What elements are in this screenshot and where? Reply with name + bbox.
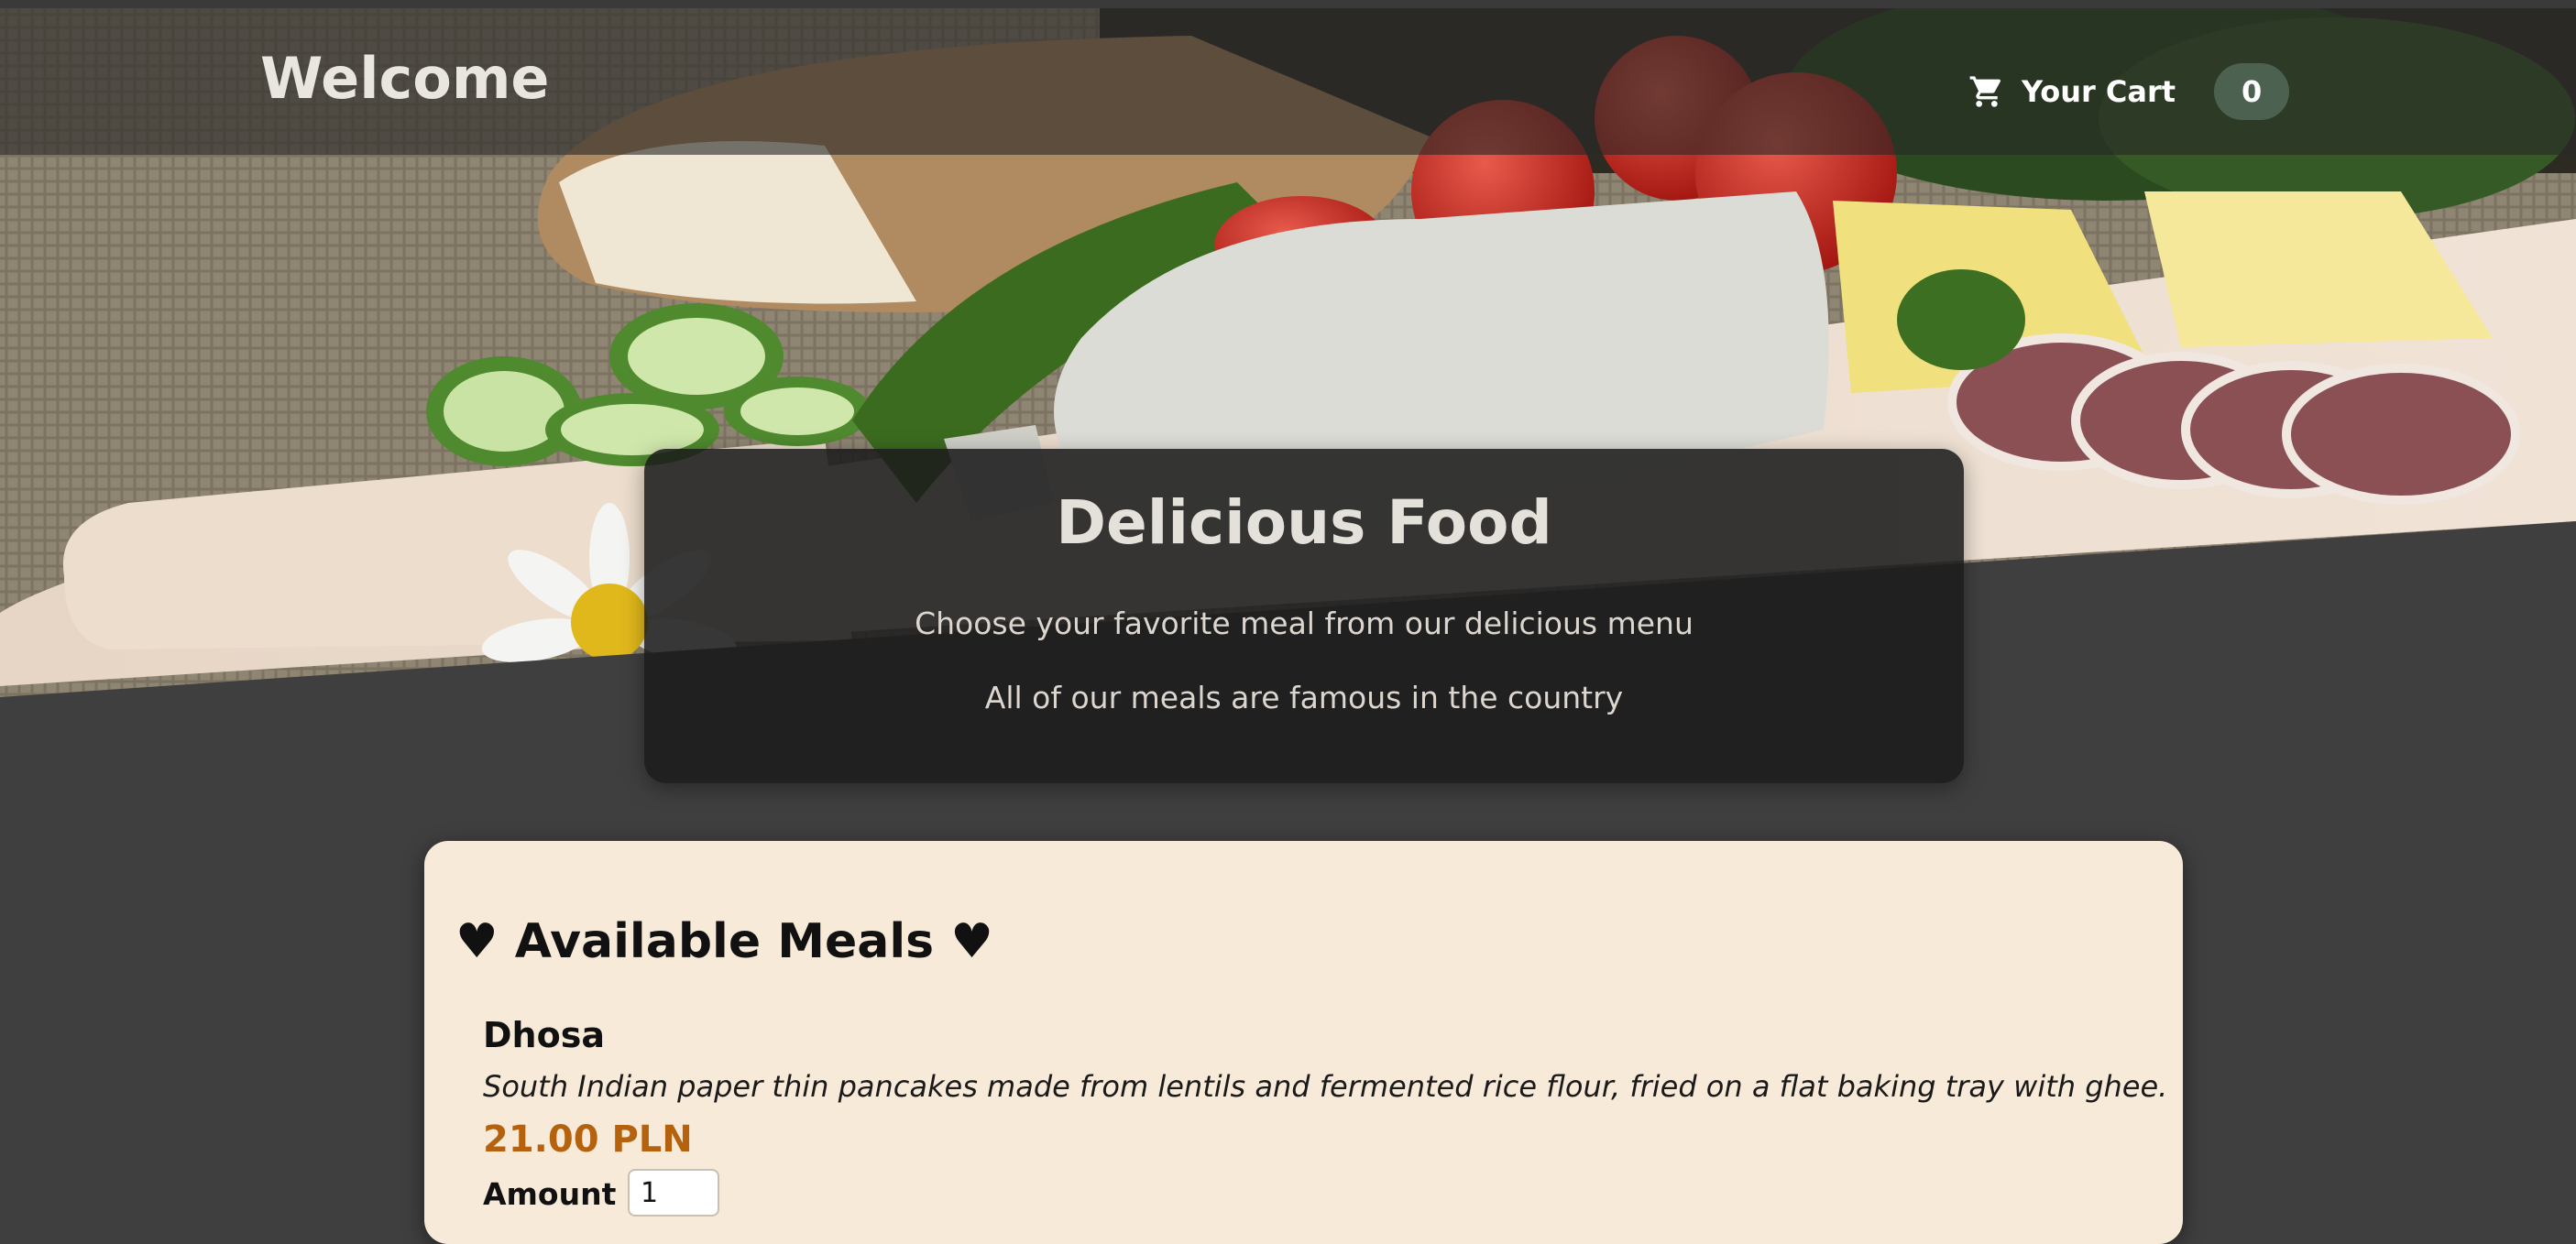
meals-summary: Delicious Food Choose your favorite meal…	[644, 449, 1964, 783]
cart-label: Your Cart	[2022, 74, 2176, 109]
meal-description: South Indian paper thin pancakes made fr…	[483, 1069, 2168, 1104]
meal-price: 21.00 PLN	[483, 1119, 693, 1161]
cart-icon	[1969, 76, 2001, 107]
meal-name: Dhosa	[483, 1015, 605, 1055]
amount-label: Amount	[483, 1176, 617, 1212]
summary-title: Delicious Food	[1056, 487, 1552, 558]
available-meals-heading: ♥ Available Meals ♥	[455, 914, 993, 969]
available-meals-card: ♥ Available Meals ♥ Dhosa South Indian p…	[424, 841, 2183, 1244]
summary-line-2: All of our meals are famous in the count…	[984, 680, 1624, 715]
browser-top-strip	[0, 0, 2576, 8]
app-title: Welcome	[260, 45, 550, 112]
cart-count-badge: 0	[2214, 63, 2290, 120]
amount-input[interactable]	[628, 1169, 719, 1217]
navbar: Welcome Your Cart 0	[0, 8, 2576, 155]
cart-button[interactable]: Your Cart 0	[1968, 61, 2290, 122]
summary-line-1: Choose your favorite meal from our delic…	[915, 606, 1694, 641]
